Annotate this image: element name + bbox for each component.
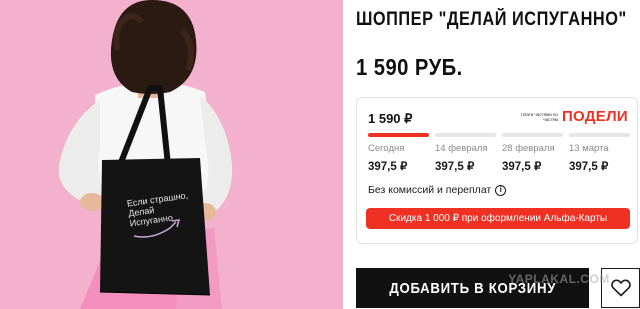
no-fee-text: Без комиссий и переплат xyxy=(368,184,492,196)
payment-amount: 397,5 ₽ xyxy=(435,161,475,173)
podeli-brand: плати частями по частям ПОДЕЛИ xyxy=(520,108,628,125)
installments-total: 1 590 ₽ xyxy=(368,111,413,126)
payment-date: Сегодня xyxy=(368,143,405,154)
add-to-cart-button[interactable]: ДОБАВИТЬ В КОРЗИНУ xyxy=(356,268,589,308)
bag-swoosh-graphic xyxy=(133,219,181,238)
product-price: 1 590 РУБ. xyxy=(356,54,463,80)
alfa-card-promo-banner[interactable]: Скидка 1 000 ₽ при оформлении Альфа-Карт… xyxy=(366,208,630,229)
product-image-illustration xyxy=(0,0,343,309)
product-photo[interactable]: Если страшно, Делай Испуганно xyxy=(0,0,343,309)
add-to-cart-label: ДОБАВИТЬ В КОРЗИНУ xyxy=(389,279,556,297)
payment-progress-bar xyxy=(569,133,630,137)
payment-step: 13 марта 397,5 ₽ xyxy=(569,133,630,173)
payment-progress-bar xyxy=(502,133,563,137)
payment-date: 14 февраля xyxy=(435,143,488,154)
favorite-button[interactable] xyxy=(601,268,640,308)
product-title: ШОППЕР "ДЕЛАЙ ИСПУГАННО" xyxy=(356,9,627,30)
payment-date: 13 марта xyxy=(569,143,609,154)
no-fee-note: Без комиссий и переплат i xyxy=(368,184,507,196)
info-icon[interactable]: i xyxy=(495,184,507,196)
payment-date: 28 февраля xyxy=(502,143,555,154)
payment-step: 14 февраля 397,5 ₽ xyxy=(435,133,496,173)
payment-step: Сегодня 397,5 ₽ xyxy=(368,133,429,173)
installments-card[interactable]: 1 590 ₽ плати частями по частям ПОДЕЛИ С… xyxy=(356,97,638,244)
payment-amount: 397,5 ₽ xyxy=(368,161,408,173)
payment-progress-bar xyxy=(435,133,496,137)
payment-step: 28 февраля 397,5 ₽ xyxy=(502,133,563,173)
brand-tagline: плати частями по частям xyxy=(521,111,558,122)
podeli-logo: ПОДЕЛИ xyxy=(561,108,628,125)
payment-amount: 397,5 ₽ xyxy=(502,161,542,173)
payment-progress-bar xyxy=(368,133,429,137)
payment-schedule: Сегодня 397,5 ₽ 14 февраля 397,5 ₽ 28 фе… xyxy=(368,133,630,173)
heart-icon xyxy=(610,279,631,297)
payment-amount: 397,5 ₽ xyxy=(569,161,609,173)
